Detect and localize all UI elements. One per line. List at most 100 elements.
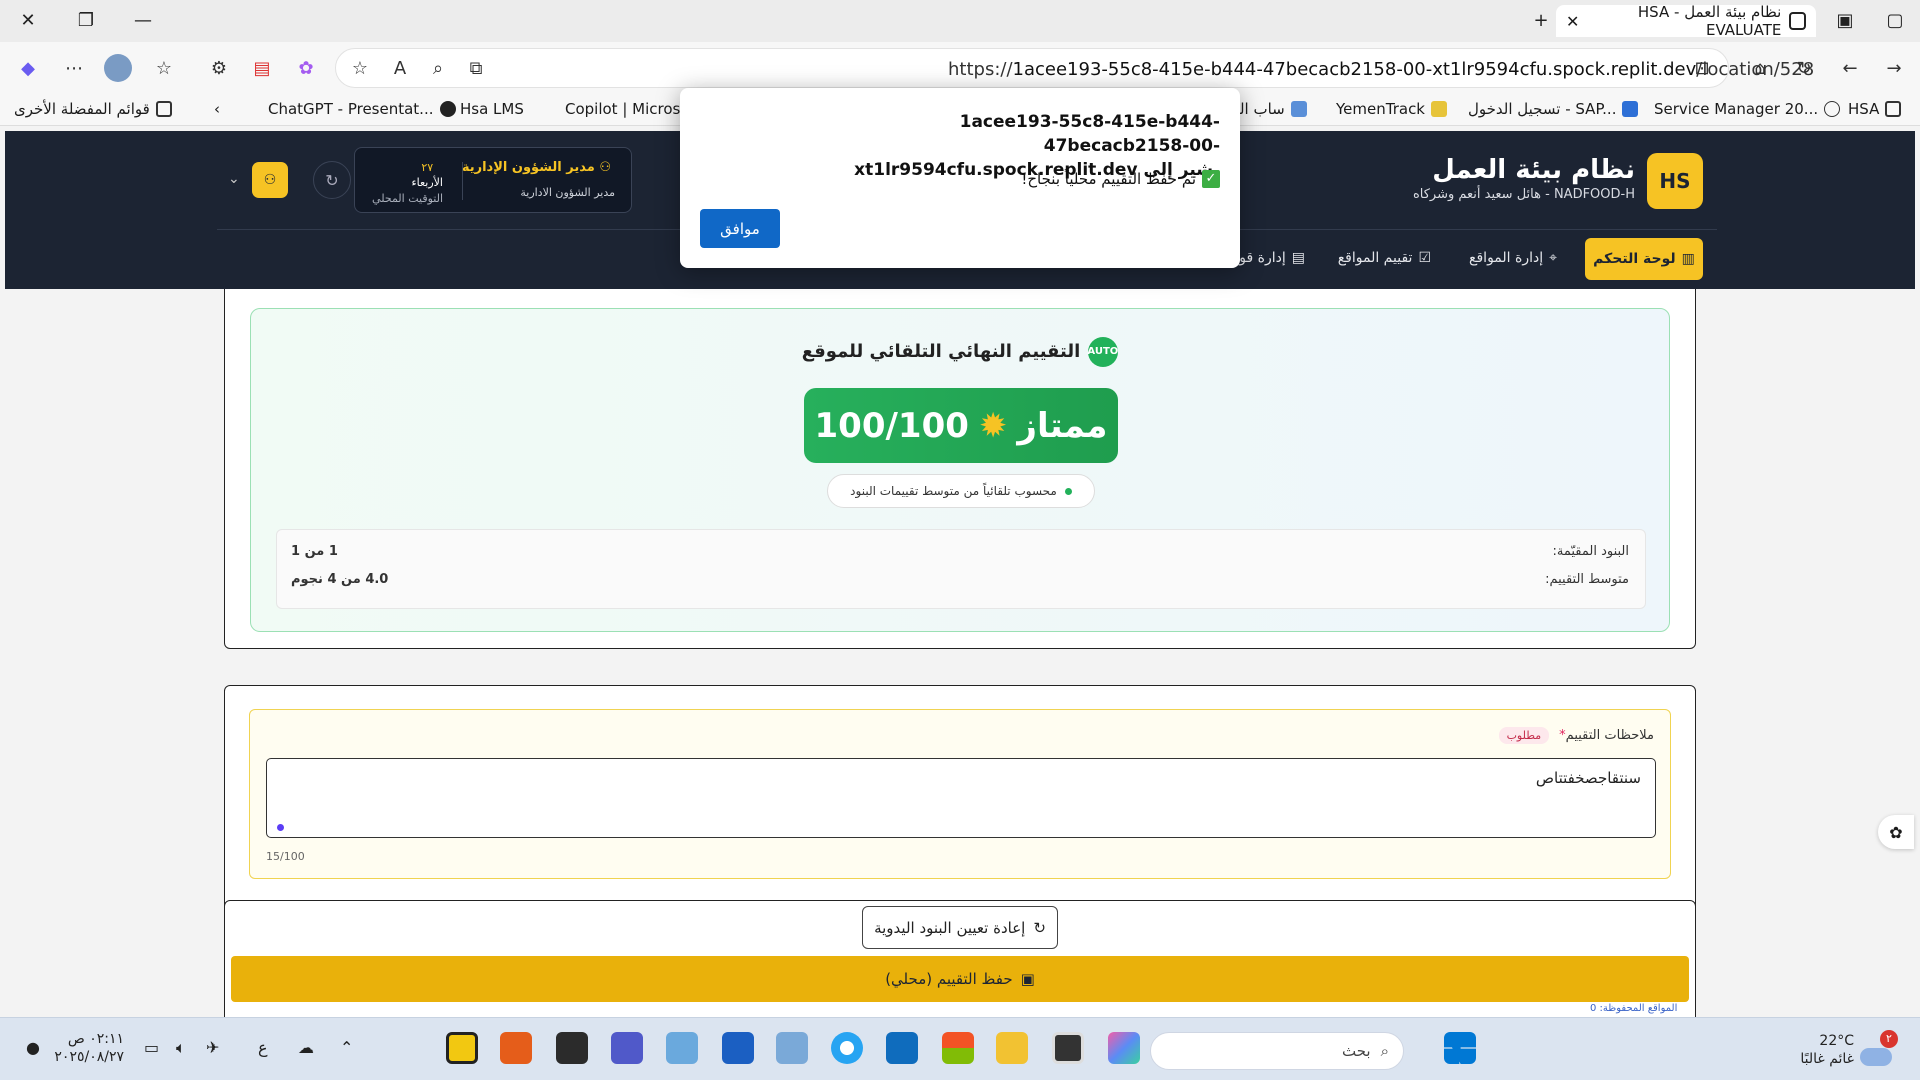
- app-icon[interactable]: [500, 1032, 532, 1064]
- refresh-icon[interactable]: ↻: [1790, 54, 1818, 82]
- favorites-other-label: قوائم المفضلة الأخرى: [14, 100, 150, 118]
- browser-titlebar: ✕ ❐ — + نظام بيئة العمل - HSA EVALUATE ✕…: [0, 0, 1920, 42]
- fav-hsa[interactable]: HSA: [1848, 100, 1902, 118]
- chatgpt-icon: [439, 101, 456, 117]
- fav-hsa-lms[interactable]: Hsa LMS: [460, 100, 524, 118]
- clock[interactable]: ٠٢:١١ ص ٢٠٢٥/٠٨/٢٧: [52, 1030, 124, 1066]
- app-title: نظام بيئة العمل: [1432, 155, 1635, 185]
- pdf-icon[interactable]: ▤: [248, 54, 276, 82]
- edge-icon[interactable]: [831, 1032, 863, 1064]
- restore-window-icon[interactable]: ❐: [63, 0, 109, 40]
- score-grade: ممتاز: [1017, 405, 1108, 446]
- final-score-panel: AUTOالتقييم النهائي التلقائي للموقع 100/…: [250, 308, 1670, 632]
- save-icon: ▣: [1020, 970, 1035, 988]
- battery-icon[interactable]: ▭: [144, 1038, 159, 1057]
- zoom-icon[interactable]: ⌕: [424, 54, 452, 82]
- minimize-window-icon[interactable]: —: [120, 0, 166, 40]
- store-icon[interactable]: [942, 1032, 974, 1064]
- volume-icon[interactable]: 🔈︎: [176, 1038, 186, 1058]
- read-aloud-icon[interactable]: A: [386, 54, 414, 82]
- network-icon[interactable]: ✈: [206, 1038, 219, 1057]
- close-window-icon[interactable]: ✕: [5, 0, 51, 40]
- required-badge: مطلوب: [1498, 727, 1550, 744]
- nav-evaluate-locations[interactable]: ☑ تقييم المواقع: [1338, 250, 1431, 266]
- browser-toolbar: ◆ ⋯ ☆ ⚙ ▤ ✿ ☆ A ⌕ ⧉ https://1acee193-55c…: [0, 42, 1920, 94]
- tab-close-icon[interactable]: ✕: [1566, 12, 1579, 31]
- fav-service-manager[interactable]: Service Manager 20...: [1654, 100, 1841, 118]
- check-icon: ✓: [1202, 170, 1220, 188]
- alert-dialog: 1acee193-55c8-415e-b444-47becacb2158-00-…: [680, 88, 1240, 268]
- language-indicator[interactable]: ع: [258, 1038, 268, 1057]
- app-icon[interactable]: [666, 1032, 698, 1064]
- user-menu-button[interactable]: ⚇: [252, 162, 288, 198]
- char-counter: 15/100: [266, 850, 305, 863]
- notes-textarea[interactable]: سنتقاجصخفتتاص: [266, 758, 1656, 838]
- folder-icon: [1885, 101, 1902, 117]
- copilot-icon[interactable]: ◆: [14, 54, 42, 82]
- screenshot-icon[interactable]: ⧉: [462, 54, 490, 82]
- date-day: ٢٧ الأربعاء: [411, 161, 443, 189]
- app-icon[interactable]: [1052, 1032, 1084, 1064]
- refresh-button[interactable]: ↻: [313, 161, 351, 199]
- powerbi-icon[interactable]: [446, 1032, 478, 1064]
- yammer-icon[interactable]: [722, 1032, 754, 1064]
- notification-badge: ٢: [1880, 1030, 1898, 1048]
- user-name: ⚇ مدير الشؤون الإدارية: [461, 160, 611, 175]
- dialog-message: ✓ تم حفظ التقييم محلياً بنجاح!: [1021, 170, 1220, 188]
- outlook-icon[interactable]: [886, 1032, 918, 1064]
- saved-locations-note: المواقع المحفوظة: 0: [1590, 1003, 1678, 1014]
- add-favorite-icon[interactable]: ☆: [346, 54, 374, 82]
- start-icon[interactable]: [1444, 1032, 1476, 1064]
- extension-brain-icon[interactable]: ✿: [292, 54, 320, 82]
- taskbar-search[interactable]: ⌕ بحث: [1150, 1032, 1404, 1070]
- dialog-ok-button[interactable]: موافق: [700, 209, 780, 248]
- location-pin-icon: ⌖: [1549, 250, 1557, 266]
- extensions-icon[interactable]: ⚙: [205, 54, 233, 82]
- fav-sap[interactable]: ساب الم: [1230, 100, 1307, 118]
- app-logo: HS: [1647, 153, 1703, 209]
- file-explorer-icon[interactable]: [996, 1032, 1028, 1064]
- favorites-scroll-left[interactable]: ‹: [214, 100, 220, 118]
- reset-icon: ↻: [1033, 918, 1046, 937]
- globe-icon: [1824, 101, 1841, 117]
- workspaces-icon[interactable]: ▢: [1872, 0, 1918, 40]
- fav-yementrack[interactable]: YemenTrack: [1336, 100, 1447, 118]
- tab-title: نظام بيئة العمل - HSA EVALUATE: [1637, 3, 1782, 39]
- nav-locations[interactable]: ⌖ إدارة المواقع: [1469, 250, 1557, 266]
- more-menu-icon[interactable]: ⋯: [60, 54, 88, 82]
- sidebar-extension-icon[interactable]: ✿: [1878, 815, 1914, 849]
- favorites-other[interactable]: قوائم المفضلة الأخرى: [14, 100, 172, 118]
- browser-tab[interactable]: نظام بيئة العمل - HSA EVALUATE ✕: [1556, 3, 1816, 39]
- user-info-box: ⚇ مدير الشؤون الإدارية مدير الشؤون الادا…: [354, 147, 632, 213]
- reset-manual-items-button[interactable]: ↻ إعادة تعيين البنود اليدوية: [862, 906, 1058, 949]
- user-icon: ⚇: [594, 160, 611, 175]
- site-info-icon[interactable]: ⊡: [1688, 54, 1716, 82]
- copilot-app-icon[interactable]: [1108, 1032, 1140, 1064]
- auto-calc-note: محسوب تلقائياً من متوسط تقييمات البنود: [827, 474, 1095, 508]
- url-text[interactable]: https://1acee193-55c8-415e-b444-47becacb…: [948, 59, 1814, 80]
- back-icon[interactable]: ←: [1836, 54, 1864, 82]
- cloud-icon: [1860, 1048, 1892, 1066]
- teams-icon[interactable]: [611, 1032, 643, 1064]
- save-evaluation-button[interactable]: ▣ حفظ التقييم (محلي): [231, 956, 1689, 1002]
- chevron-down-icon[interactable]: ⌄: [228, 171, 240, 187]
- fav-sap-login[interactable]: تسجيل الدخول - SAP...: [1468, 100, 1639, 118]
- onedrive-icon[interactable]: ☁: [298, 1038, 314, 1057]
- notifications-icon[interactable]: ●: [26, 1038, 40, 1057]
- forward-icon[interactable]: →: [1880, 54, 1908, 82]
- address-bar[interactable]: ☆ A ⌕ ⧉ https://1acee193-55c8-415e-b444-…: [335, 48, 1814, 88]
- fav-chatgpt[interactable]: ChatGPT - Presentat...: [268, 100, 456, 118]
- user-role: مدير الشؤون الادارية: [520, 186, 615, 199]
- tab-actions-icon[interactable]: ▣: [1822, 0, 1868, 40]
- show-hidden-icons[interactable]: ⌃: [340, 1038, 353, 1057]
- fav-copilot[interactable]: Copilot | Microsof: [565, 100, 695, 118]
- app-icon[interactable]: [776, 1032, 808, 1064]
- nav-dashboard[interactable]: ▥ لوحة التحكم: [1585, 238, 1703, 280]
- yementrack-icon: [1431, 101, 1447, 117]
- stat-label-evaluated: البنود المقيّمة:: [1552, 544, 1629, 559]
- favorites-icon[interactable]: ☆: [150, 54, 178, 82]
- sf-icon: [1622, 101, 1639, 117]
- profile-avatar-icon[interactable]: [104, 54, 132, 82]
- home-icon[interactable]: ⌂: [1746, 54, 1774, 82]
- app-icon[interactable]: [556, 1032, 588, 1064]
